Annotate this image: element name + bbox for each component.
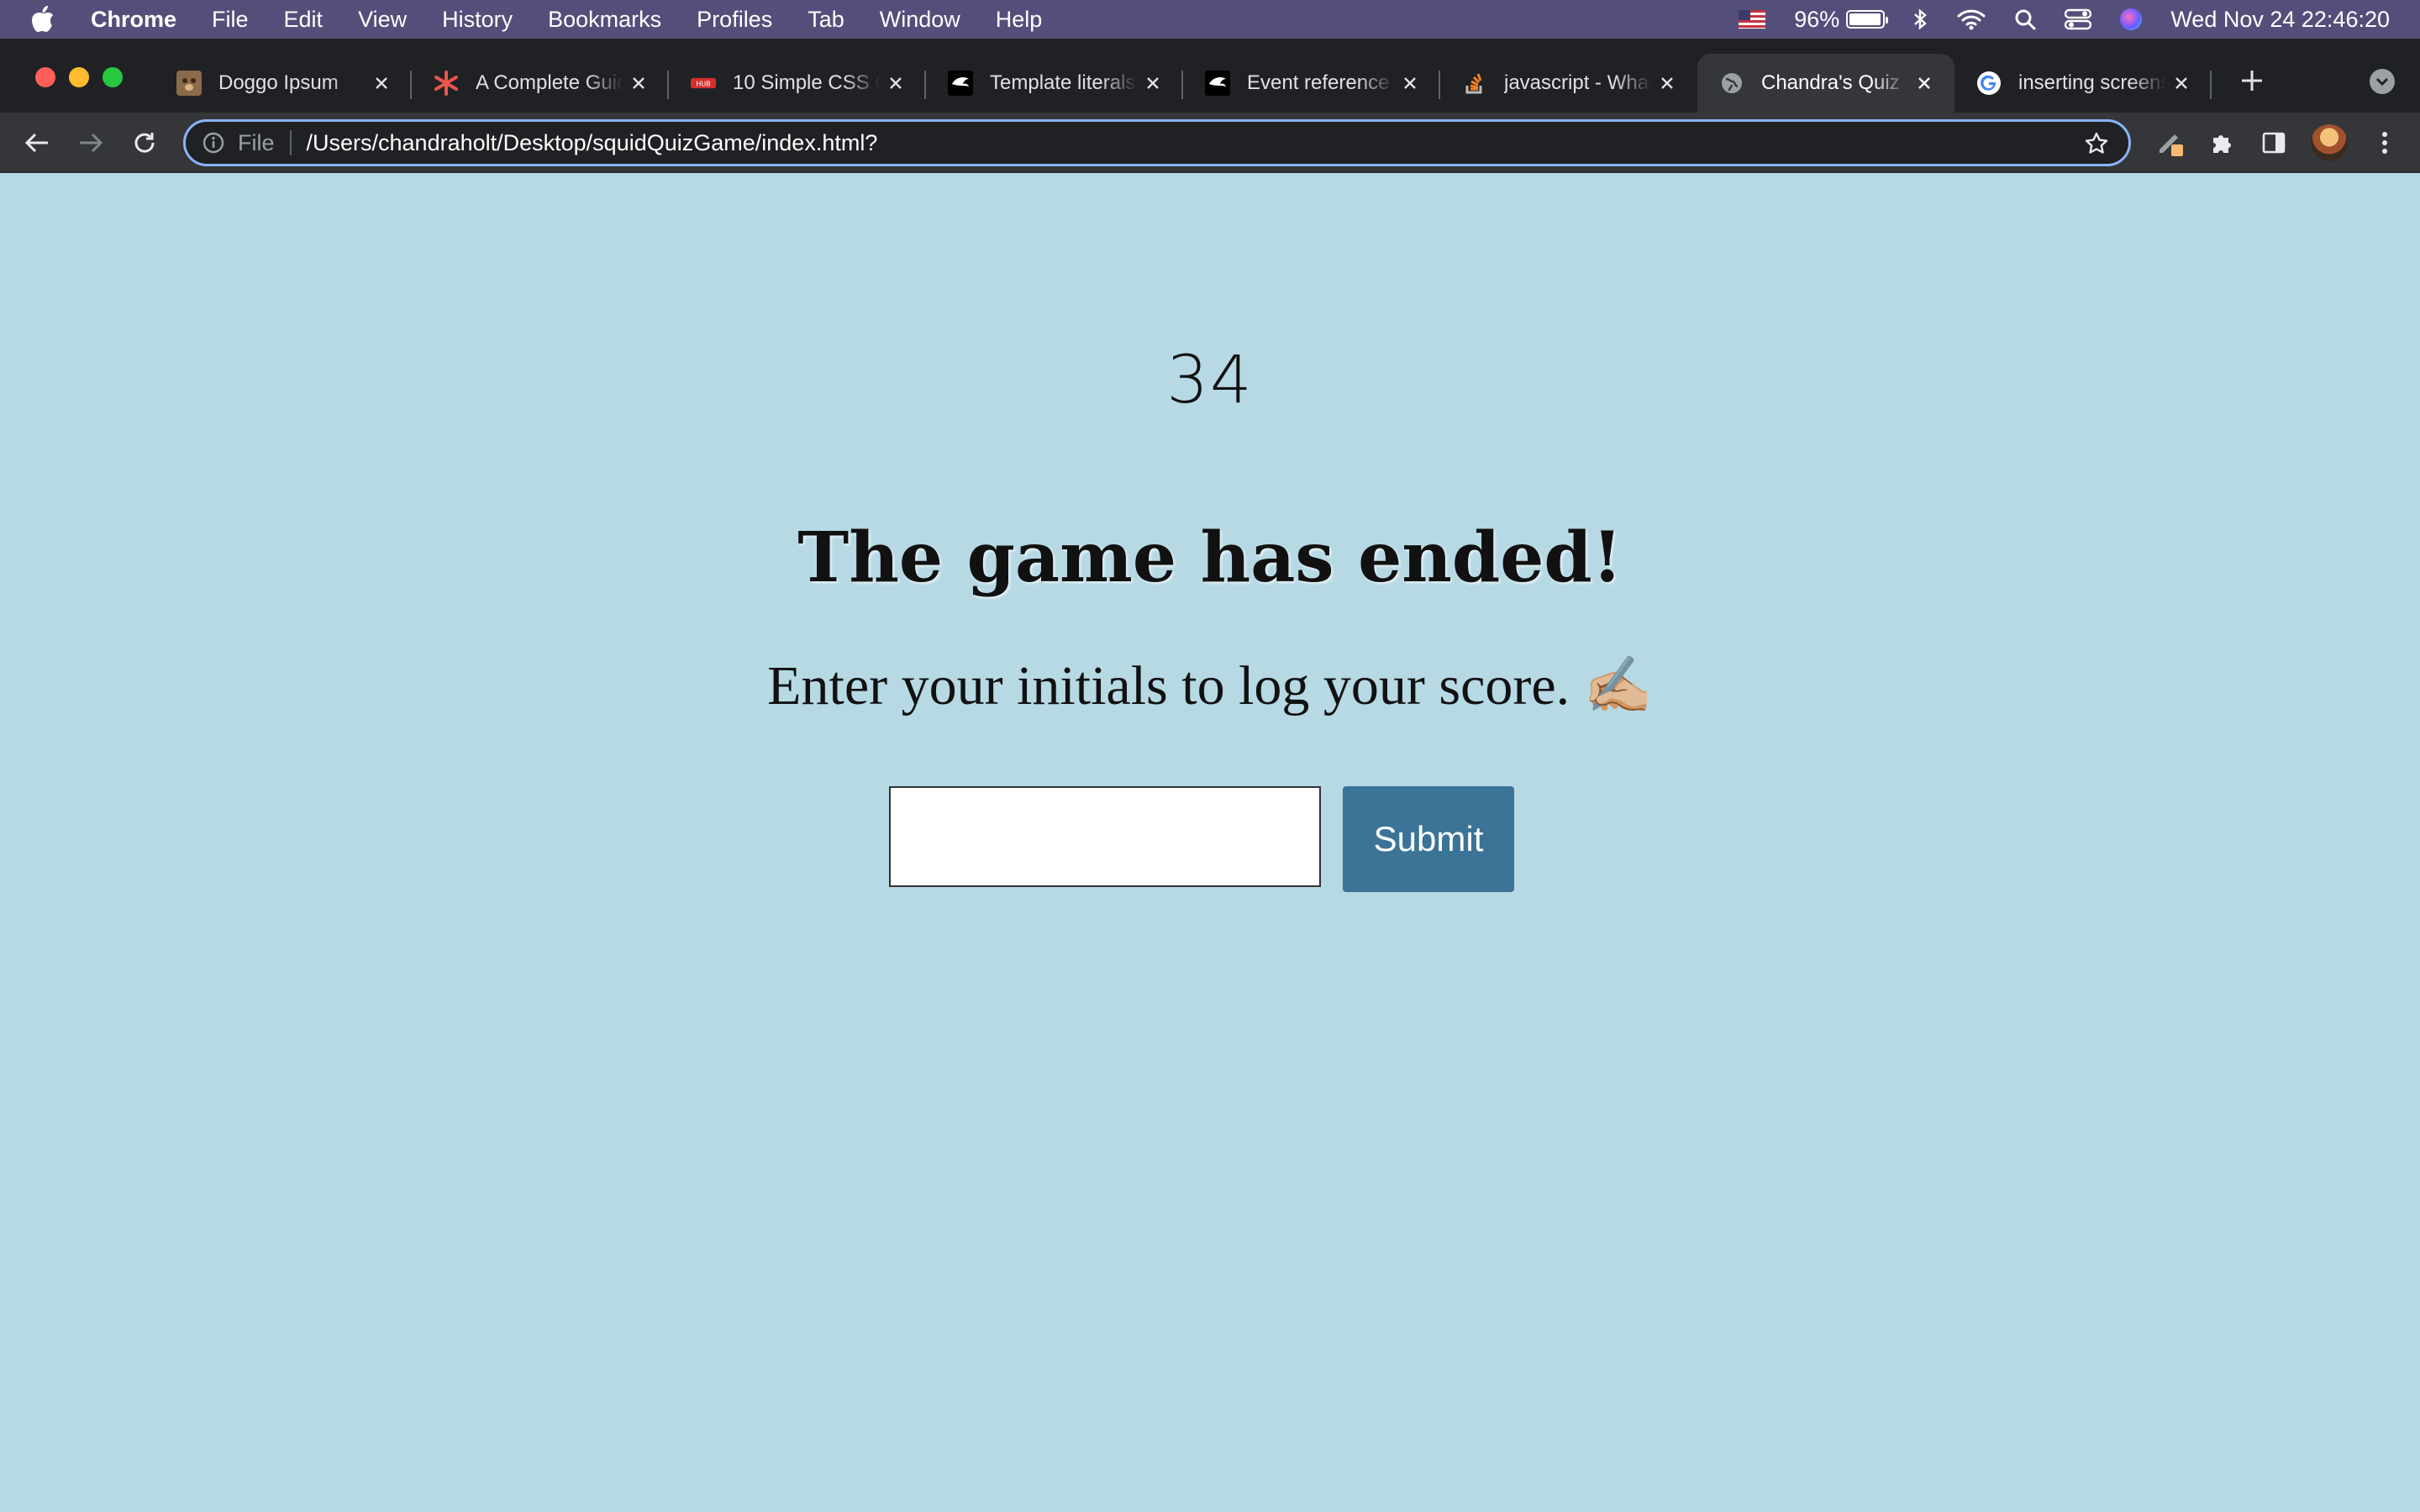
menu-window[interactable]: Window [880, 7, 960, 33]
tab-a-complete-guide[interactable]: A Complete Guide [412, 54, 669, 113]
menu-view[interactable]: View [358, 7, 407, 33]
tab-title: Event reference [1247, 71, 1390, 94]
window-minimize-button[interactable] [69, 67, 89, 87]
tab-doggo-ipsum[interactable]: Doggo Ipsum [155, 54, 412, 113]
menu-tab[interactable]: Tab [808, 7, 844, 33]
siri-icon[interactable] [2120, 8, 2143, 30]
menu-edit[interactable]: Edit [284, 7, 324, 33]
stackoverflow-icon [1462, 71, 1487, 96]
menu-bookmarks[interactable]: Bookmarks [548, 7, 661, 33]
menu-profiles[interactable]: Profiles [697, 7, 772, 33]
extensions-puzzle-icon[interactable] [2205, 126, 2238, 160]
omnibox-divider [289, 130, 292, 155]
tab-javascript-what[interactable]: javascript - What [1440, 54, 1697, 113]
battery-level-fill [1849, 13, 1881, 25]
address-bar[interactable]: File /Users/chandraholt/Desktop/squidQui… [183, 119, 2131, 166]
tab-title: Chandra's Quiz [1761, 71, 1900, 94]
globe-icon [1719, 71, 1744, 96]
battery-percent: 96% [1794, 6, 1840, 32]
initials-prompt: Enter your initials to log your score. ✍… [767, 655, 1653, 717]
wifi-icon[interactable] [1957, 8, 1986, 30]
page-viewport: 34 The game has ended! Enter your initia… [0, 175, 2420, 1512]
close-tab-icon[interactable] [2166, 68, 2196, 98]
tab-separator [2210, 71, 2212, 99]
back-arrow-icon[interactable] [20, 126, 54, 160]
bluetooth-icon[interactable] [1913, 8, 1928, 31]
url-scheme-label: File [238, 129, 275, 155]
game-over-heading: The game has ended! [797, 517, 1623, 598]
extension-pencil-icon[interactable] [2153, 126, 2186, 160]
tab-title: A Complete Guide [476, 71, 623, 94]
more-menu-kebab-icon[interactable] [2368, 126, 2402, 160]
menubar-clock[interactable]: Wed Nov 24 22:46:20 [2170, 7, 2390, 33]
window-zoom-button[interactable] [103, 67, 123, 87]
quiz-timer: 34 [1166, 343, 1254, 418]
forward-arrow-icon[interactable] [74, 126, 108, 160]
url-text[interactable]: /Users/chandraholt/Desktop/squidQuizGame… [307, 130, 878, 156]
tab-title: javascript - What [1504, 71, 1652, 94]
initials-input[interactable] [889, 786, 1321, 887]
side-panel-icon[interactable] [2257, 126, 2291, 160]
tab-event-reference[interactable]: Event reference [1183, 54, 1440, 113]
close-tab-icon[interactable] [1395, 68, 1425, 98]
menu-file[interactable]: File [212, 7, 249, 33]
tab-10-simple-css[interactable]: HUB 10 Simple CSS Code [669, 54, 926, 113]
spotlight-search-icon[interactable] [2014, 8, 2036, 30]
us-flag-input-source-icon[interactable] [1739, 10, 1766, 29]
new-tab-plus-icon[interactable] [2235, 64, 2269, 97]
battery-icon[interactable] [1846, 10, 1889, 29]
tab-chandras-quiz[interactable]: Chandra's Quiz [1697, 54, 1954, 113]
menu-help[interactable]: Help [996, 7, 1043, 33]
mdn-icon [1205, 71, 1230, 96]
close-tab-icon[interactable] [1138, 68, 1168, 98]
tab-template-literals[interactable]: Template literals [926, 54, 1183, 113]
tab-title: inserting screenshot [2018, 71, 2166, 94]
profile-avatar[interactable] [2311, 124, 2348, 161]
tab-title: Doggo Ipsum [218, 71, 339, 94]
macos-menu-bar: Chrome File Edit View History Bookmarks … [0, 0, 2420, 39]
dog-icon [176, 71, 202, 96]
bookmark-star-icon[interactable] [2083, 130, 2110, 157]
svg-text:HUB: HUB [696, 81, 710, 88]
reload-icon[interactable] [128, 126, 161, 160]
tab-title: Template literals [990, 71, 1136, 94]
submit-button[interactable]: Submit [1343, 786, 1514, 892]
apple-menu-icon[interactable] [30, 5, 67, 34]
close-tab-icon[interactable] [1652, 68, 1682, 98]
hub-icon: HUB [691, 71, 716, 96]
tab-title: 10 Simple CSS Code [733, 71, 881, 94]
control-center-icon[interactable] [2065, 8, 2092, 30]
tab-strip: Doggo Ipsum A Complete Guide HUB 10 Simp… [0, 39, 2420, 113]
mdn-icon [948, 71, 973, 96]
status-area: 96% Wed Nov 24 22:46:20 [1710, 0, 2390, 39]
browser-toolbar: File /Users/chandraholt/Desktop/squidQui… [0, 113, 2420, 173]
google-icon [1976, 71, 2002, 96]
asterisk-icon [434, 71, 459, 96]
close-tab-icon[interactable] [366, 68, 397, 98]
close-tab-icon[interactable] [1909, 68, 1939, 98]
site-info-icon[interactable] [201, 130, 226, 155]
menu-app-chrome[interactable]: Chrome [91, 7, 176, 33]
close-tab-icon[interactable] [623, 68, 654, 98]
menu-history[interactable]: History [442, 7, 513, 33]
window-close-button[interactable] [35, 67, 55, 87]
tab-inserting-screenshot[interactable]: inserting screenshot [1954, 54, 2212, 113]
tab-search-chevron-icon[interactable] [2370, 69, 2395, 94]
close-tab-icon[interactable] [881, 68, 911, 98]
